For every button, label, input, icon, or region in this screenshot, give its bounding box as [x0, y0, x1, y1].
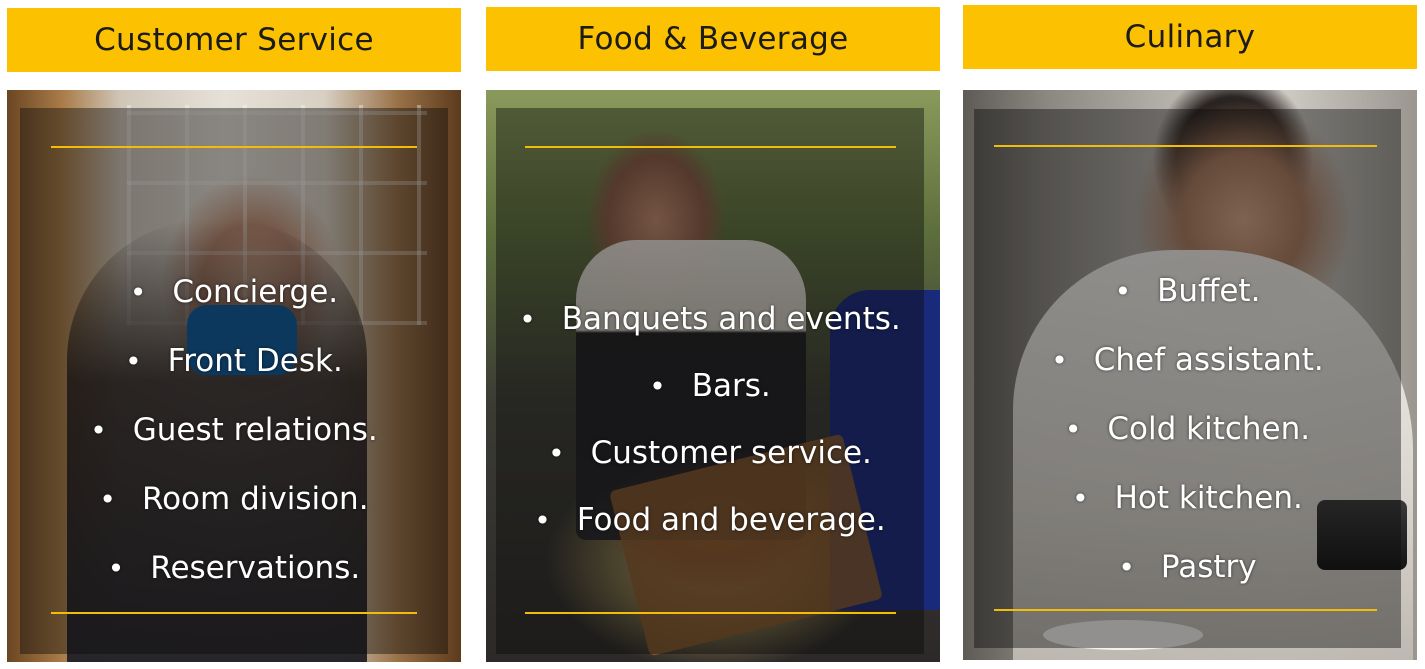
- divider-bottom: [51, 612, 417, 614]
- divider-bottom: [525, 612, 896, 614]
- photo-culinary: Buffet. Chef assistant. Cold kitchen. Ho…: [963, 90, 1417, 660]
- text-overlay: Concierge. Front Desk. Guest relations. …: [20, 108, 448, 654]
- column-customer-service: Customer Service Concierge. Front Desk. …: [7, 0, 461, 669]
- bullet-list: Concierge. Front Desk. Guest relations. …: [20, 258, 448, 603]
- text-overlay: Buffet. Chef assistant. Cold kitchen. Ho…: [974, 109, 1401, 648]
- text-overlay: Banquets and events. Bars. Customer serv…: [496, 108, 924, 654]
- photo-customer-service: Concierge. Front Desk. Guest relations. …: [7, 90, 461, 662]
- list-item: Hot kitchen.: [974, 464, 1401, 533]
- divider-top: [51, 146, 417, 148]
- list-item: Reservations.: [20, 534, 448, 603]
- divider-top: [525, 146, 896, 148]
- list-item: Front Desk.: [20, 327, 448, 396]
- divider-top: [994, 145, 1377, 147]
- list-item: Bars.: [496, 353, 924, 420]
- list-item: Customer service.: [496, 420, 924, 487]
- list-item: Guest relations.: [20, 396, 448, 465]
- list-item: Food and beverage.: [496, 487, 924, 554]
- divider-bottom: [994, 609, 1377, 611]
- list-item: Buffet.: [974, 257, 1401, 326]
- column-header: Food & Beverage: [486, 7, 940, 71]
- column-culinary: Culinary Buffet. Chef assistant. Cold ki…: [963, 0, 1417, 669]
- list-item: Cold kitchen.: [974, 395, 1401, 464]
- list-item: Room division.: [20, 465, 448, 534]
- column-header: Customer Service: [7, 8, 461, 72]
- bullet-list: Banquets and events. Bars. Customer serv…: [496, 286, 924, 554]
- bullet-list: Buffet. Chef assistant. Cold kitchen. Ho…: [974, 257, 1401, 602]
- photo-food-beverage: Banquets and events. Bars. Customer serv…: [486, 90, 940, 662]
- column-food-beverage: Food & Beverage Banquets and events. Bar…: [486, 0, 940, 669]
- list-item: Chef assistant.: [974, 326, 1401, 395]
- column-header: Culinary: [963, 5, 1417, 69]
- list-item: Concierge.: [20, 258, 448, 327]
- list-item: Banquets and events.: [496, 286, 924, 353]
- list-item: Pastry: [974, 533, 1401, 602]
